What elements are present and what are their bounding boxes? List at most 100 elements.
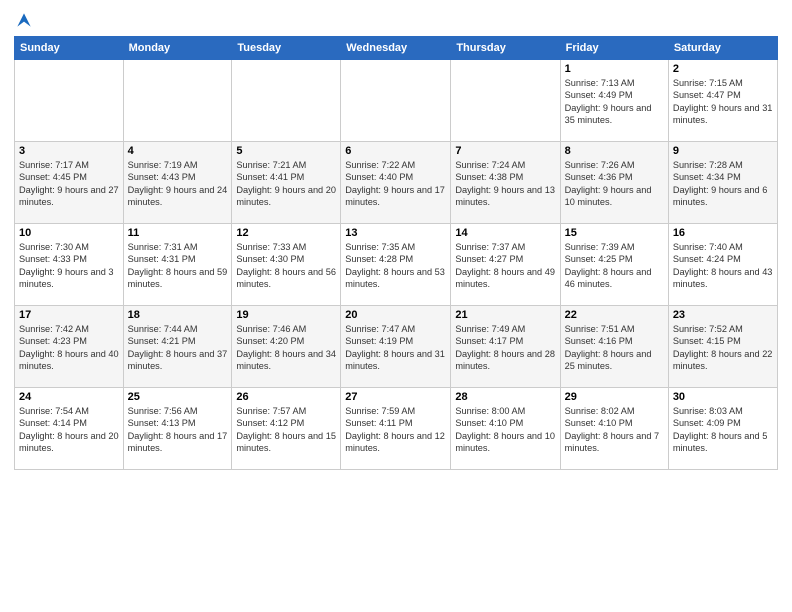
calendar-day-cell: 7 Sunrise: 7:24 AM Sunset: 4:38 PM Daylig…	[451, 142, 560, 224]
day-number: 24	[19, 391, 119, 403]
day-number: 2	[673, 63, 773, 75]
day-number: 16	[673, 227, 773, 239]
day-number: 28	[455, 391, 555, 403]
day-number: 8	[565, 145, 664, 157]
calendar-day-cell	[451, 60, 560, 142]
day-number: 1	[565, 63, 664, 75]
day-number: 26	[236, 391, 336, 403]
calendar-week-row: 3 Sunrise: 7:17 AM Sunset: 4:45 PM Daylig…	[15, 142, 778, 224]
day-number: 29	[565, 391, 664, 403]
day-info: Sunrise: 7:22 AM Sunset: 4:40 PM Dayligh…	[345, 159, 446, 209]
calendar-day-cell: 13 Sunrise: 7:35 AM Sunset: 4:28 PM Dayli…	[341, 224, 451, 306]
day-number: 12	[236, 227, 336, 239]
day-info: Sunrise: 8:00 AM Sunset: 4:10 PM Dayligh…	[455, 405, 555, 455]
calendar-day-cell: 8 Sunrise: 7:26 AM Sunset: 4:36 PM Daylig…	[560, 142, 668, 224]
calendar-day-cell: 21 Sunrise: 7:49 AM Sunset: 4:17 PM Dayli…	[451, 306, 560, 388]
day-info: Sunrise: 7:24 AM Sunset: 4:38 PM Dayligh…	[455, 159, 555, 209]
day-info: Sunrise: 8:02 AM Sunset: 4:10 PM Dayligh…	[565, 405, 664, 455]
calendar-week-row: 1 Sunrise: 7:13 AM Sunset: 4:49 PM Daylig…	[15, 60, 778, 142]
calendar-day-cell	[123, 60, 232, 142]
day-of-week-header: Sunday	[15, 37, 124, 60]
day-number: 23	[673, 309, 773, 321]
calendar-day-cell: 3 Sunrise: 7:17 AM Sunset: 4:45 PM Daylig…	[15, 142, 124, 224]
day-info: Sunrise: 7:59 AM Sunset: 4:11 PM Dayligh…	[345, 405, 446, 455]
day-info: Sunrise: 7:54 AM Sunset: 4:14 PM Dayligh…	[19, 405, 119, 455]
day-of-week-header: Friday	[560, 37, 668, 60]
calendar-week-row: 17Sunrise: 7:42 AM Sunset: 4:23 PM Dayli…	[15, 306, 778, 388]
day-info: Sunrise: 7:35 AM Sunset: 4:28 PM Dayligh…	[345, 241, 446, 291]
calendar-day-cell: 17Sunrise: 7:42 AM Sunset: 4:23 PM Dayli…	[15, 306, 124, 388]
calendar-day-cell: 24 Sunrise: 7:54 AM Sunset: 4:14 PM Dayli…	[15, 388, 124, 470]
calendar-day-cell: 22Sunrise: 7:51 AM Sunset: 4:16 PM Dayli…	[560, 306, 668, 388]
day-of-week-header: Tuesday	[232, 37, 341, 60]
day-info: Sunrise: 7:49 AM Sunset: 4:17 PM Dayligh…	[455, 323, 555, 373]
day-info: Sunrise: 7:44 AM Sunset: 4:21 PM Dayligh…	[128, 323, 228, 373]
calendar-day-cell: 28 Sunrise: 8:00 AM Sunset: 4:10 PM Dayli…	[451, 388, 560, 470]
calendar-day-cell: 5 Sunrise: 7:21 AM Sunset: 4:41 PM Daylig…	[232, 142, 341, 224]
calendar-day-cell: 2 Sunrise: 7:15 AM Sunset: 4:47 PM Daylig…	[668, 60, 777, 142]
day-of-week-header: Saturday	[668, 37, 777, 60]
calendar-day-cell: 30Sunrise: 8:03 AM Sunset: 4:09 PM Dayli…	[668, 388, 777, 470]
calendar-day-cell: 25Sunrise: 7:56 AM Sunset: 4:13 PM Dayli…	[123, 388, 232, 470]
day-info: Sunrise: 7:57 AM Sunset: 4:12 PM Dayligh…	[236, 405, 336, 455]
day-number: 18	[128, 309, 228, 321]
calendar-day-cell: 23Sunrise: 7:52 AM Sunset: 4:15 PM Dayli…	[668, 306, 777, 388]
calendar-week-row: 24 Sunrise: 7:54 AM Sunset: 4:14 PM Dayli…	[15, 388, 778, 470]
logo-icon	[14, 10, 34, 30]
day-info: Sunrise: 7:39 AM Sunset: 4:25 PM Dayligh…	[565, 241, 664, 291]
day-number: 6	[345, 145, 446, 157]
day-number: 21	[455, 309, 555, 321]
calendar-day-cell: 29 Sunrise: 8:02 AM Sunset: 4:10 PM Dayli…	[560, 388, 668, 470]
day-of-week-header: Wednesday	[341, 37, 451, 60]
calendar-day-cell: 6 Sunrise: 7:22 AM Sunset: 4:40 PM Daylig…	[341, 142, 451, 224]
day-number: 17	[19, 309, 119, 321]
calendar-day-cell: 12Sunrise: 7:33 AM Sunset: 4:30 PM Dayli…	[232, 224, 341, 306]
day-number: 15	[565, 227, 664, 239]
header	[14, 10, 778, 30]
day-info: Sunrise: 7:47 AM Sunset: 4:19 PM Dayligh…	[345, 323, 446, 373]
day-number: 9	[673, 145, 773, 157]
day-info: Sunrise: 7:40 AM Sunset: 4:24 PM Dayligh…	[673, 241, 773, 291]
calendar-day-cell: 19Sunrise: 7:46 AM Sunset: 4:20 PM Dayli…	[232, 306, 341, 388]
day-info: Sunrise: 7:15 AM Sunset: 4:47 PM Dayligh…	[673, 77, 773, 127]
day-of-week-header: Thursday	[451, 37, 560, 60]
calendar-day-cell: 14 Sunrise: 7:37 AM Sunset: 4:27 PM Dayli…	[451, 224, 560, 306]
day-info: Sunrise: 7:56 AM Sunset: 4:13 PM Dayligh…	[128, 405, 228, 455]
calendar-day-cell: 27Sunrise: 7:59 AM Sunset: 4:11 PM Dayli…	[341, 388, 451, 470]
day-number: 11	[128, 227, 228, 239]
calendar-day-cell	[15, 60, 124, 142]
day-info: Sunrise: 7:13 AM Sunset: 4:49 PM Dayligh…	[565, 77, 664, 127]
day-number: 5	[236, 145, 336, 157]
day-number: 20	[345, 309, 446, 321]
calendar-day-cell: 1 Sunrise: 7:13 AM Sunset: 4:49 PM Daylig…	[560, 60, 668, 142]
day-number: 4	[128, 145, 228, 157]
day-info: Sunrise: 7:37 AM Sunset: 4:27 PM Dayligh…	[455, 241, 555, 291]
day-info: Sunrise: 7:19 AM Sunset: 4:43 PM Dayligh…	[128, 159, 228, 209]
calendar-day-cell	[232, 60, 341, 142]
calendar-day-cell: 26 Sunrise: 7:57 AM Sunset: 4:12 PM Dayli…	[232, 388, 341, 470]
day-number: 7	[455, 145, 555, 157]
calendar-week-row: 10 Sunrise: 7:30 AM Sunset: 4:33 PM Dayli…	[15, 224, 778, 306]
calendar-day-cell: 9 Sunrise: 7:28 AM Sunset: 4:34 PM Daylig…	[668, 142, 777, 224]
day-info: Sunrise: 7:21 AM Sunset: 4:41 PM Dayligh…	[236, 159, 336, 209]
calendar-day-cell: 18 Sunrise: 7:44 AM Sunset: 4:21 PM Dayli…	[123, 306, 232, 388]
day-number: 10	[19, 227, 119, 239]
calendar-header-row: SundayMondayTuesdayWednesdayThursdayFrid…	[15, 37, 778, 60]
logo	[14, 10, 38, 30]
calendar-day-cell: 15 Sunrise: 7:39 AM Sunset: 4:25 PM Dayli…	[560, 224, 668, 306]
day-number: 22	[565, 309, 664, 321]
day-info: Sunrise: 7:31 AM Sunset: 4:31 PM Dayligh…	[128, 241, 228, 291]
calendar-day-cell: 16 Sunrise: 7:40 AM Sunset: 4:24 PM Dayli…	[668, 224, 777, 306]
calendar-day-cell: 11 Sunrise: 7:31 AM Sunset: 4:31 PM Dayli…	[123, 224, 232, 306]
day-info: Sunrise: 7:17 AM Sunset: 4:45 PM Dayligh…	[19, 159, 119, 209]
day-number: 14	[455, 227, 555, 239]
day-number: 19	[236, 309, 336, 321]
day-number: 3	[19, 145, 119, 157]
calendar-day-cell: 10 Sunrise: 7:30 AM Sunset: 4:33 PM Dayli…	[15, 224, 124, 306]
day-number: 30	[673, 391, 773, 403]
day-info: Sunrise: 7:28 AM Sunset: 4:34 PM Dayligh…	[673, 159, 773, 209]
day-info: Sunrise: 7:30 AM Sunset: 4:33 PM Dayligh…	[19, 241, 119, 291]
day-number: 13	[345, 227, 446, 239]
calendar-day-cell: 20 Sunrise: 7:47 AM Sunset: 4:19 PM Dayli…	[341, 306, 451, 388]
day-info: Sunrise: 7:26 AM Sunset: 4:36 PM Dayligh…	[565, 159, 664, 209]
